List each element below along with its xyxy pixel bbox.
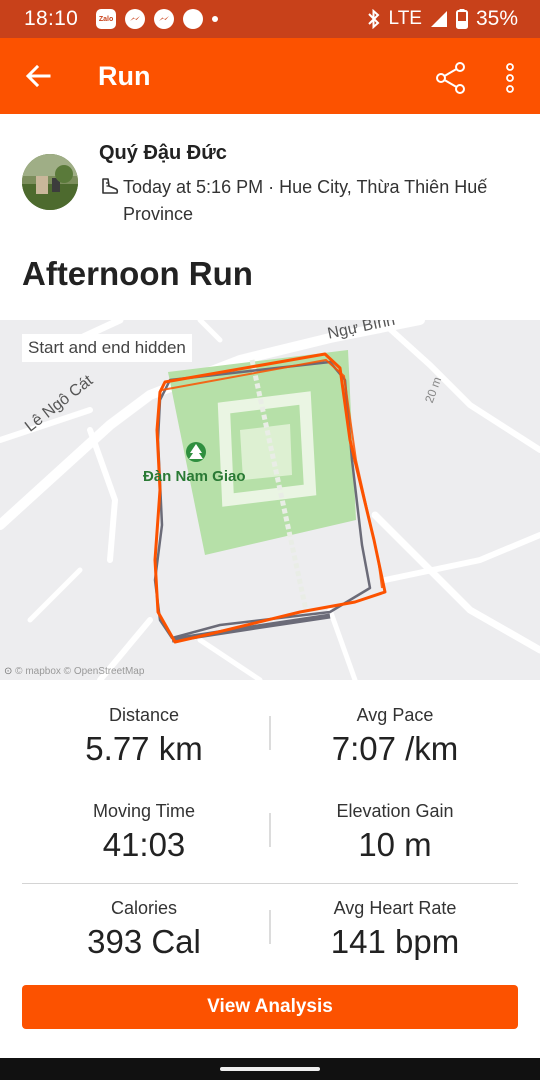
network-type: LTE	[388, 8, 422, 29]
activity-meta: Today at 5:16 PM · Hue City, Thừa Thiên …	[99, 174, 519, 228]
stat-label: Calories	[110, 898, 178, 918]
stat-value: 393 Cal	[87, 923, 201, 960]
stat-avg-heart-rate: Avg Heart Rate 141 bpm	[270, 898, 520, 961]
signal-icon	[430, 11, 447, 27]
stat-value: 7:07 /km	[331, 730, 459, 767]
share-button[interactable]	[428, 56, 474, 100]
shoe-icon	[99, 174, 123, 228]
battery-percent: 35%	[475, 7, 518, 30]
privacy-chip: Start and end hidden	[22, 334, 192, 362]
messenger-icon	[154, 9, 175, 29]
zalo-icon: Zalo	[96, 9, 117, 29]
divider	[22, 883, 518, 884]
avatar[interactable]	[22, 154, 78, 210]
messenger-icon	[125, 9, 146, 29]
view-analysis-button[interactable]: View Analysis	[22, 985, 518, 1029]
map-attribution-text: © mapbox © OpenStreetMap	[15, 666, 145, 677]
route-map[interactable]: Start and end hidden Đàn Nam Giao Lê Ngô…	[0, 320, 540, 680]
stat-label: Distance	[108, 705, 180, 725]
activity-header: Quý Đậu Đức Today at 5:16 PM · Hue City,…	[0, 114, 540, 320]
stat-distance: Distance 5.77 km	[19, 705, 269, 768]
back-arrow-icon	[25, 64, 51, 88]
athlete-name[interactable]: Quý Đậu Đức	[99, 142, 227, 165]
stat-calories: Calories 393 Cal	[19, 898, 269, 961]
activity-title: Afternoon Run	[22, 255, 253, 292]
stat-avg-pace: Avg Pace 7:07 /km	[270, 705, 520, 768]
stat-label: Moving Time	[92, 801, 196, 821]
status-time: 18:10	[24, 7, 79, 30]
more-vert-icon	[506, 63, 514, 93]
battery-icon	[455, 9, 468, 29]
dot-icon	[212, 16, 219, 22]
back-button[interactable]	[0, 38, 76, 114]
map-attribution: ⊙ © mapbox © OpenStreetMap	[4, 666, 144, 677]
notification-icons: Zalo	[96, 9, 219, 29]
stat-label: Avg Pace	[356, 705, 434, 725]
stat-value: 41:03	[102, 826, 186, 863]
home-gesture-handle[interactable]	[220, 1067, 320, 1071]
bluetooth-icon	[367, 9, 379, 29]
map-canvas	[0, 320, 540, 680]
stat-moving-time: Moving Time 41:03	[19, 801, 269, 864]
status-bar: 18:10 Zalo LTE 35%	[0, 0, 540, 38]
share-icon	[436, 62, 465, 94]
stat-value: 141 bpm	[330, 923, 460, 960]
map-place-label: Đàn Nam Giao	[143, 468, 246, 485]
system-icons: LTE 35%	[367, 7, 518, 31]
activity-time-location: Today at 5:16 PM · Hue City, Thừa Thiên …	[123, 177, 488, 224]
stat-elevation-gain: Elevation Gain 10 m	[270, 801, 520, 864]
app-bar: Run	[0, 38, 540, 114]
stat-label: Avg Heart Rate	[333, 898, 457, 918]
stat-value: 10 m	[358, 826, 432, 863]
activity-stats: Distance 5.77 km Avg Pace 7:07 /km Movin…	[0, 680, 540, 980]
stat-value: 5.77 km	[85, 730, 203, 767]
mapbox-logo-icon: ⊙	[4, 666, 13, 677]
circle-icon	[183, 9, 204, 29]
more-options-button[interactable]	[490, 56, 530, 100]
page-title: Run	[98, 60, 151, 91]
system-nav-bar	[0, 1058, 540, 1080]
stat-label: Elevation Gain	[336, 801, 454, 821]
